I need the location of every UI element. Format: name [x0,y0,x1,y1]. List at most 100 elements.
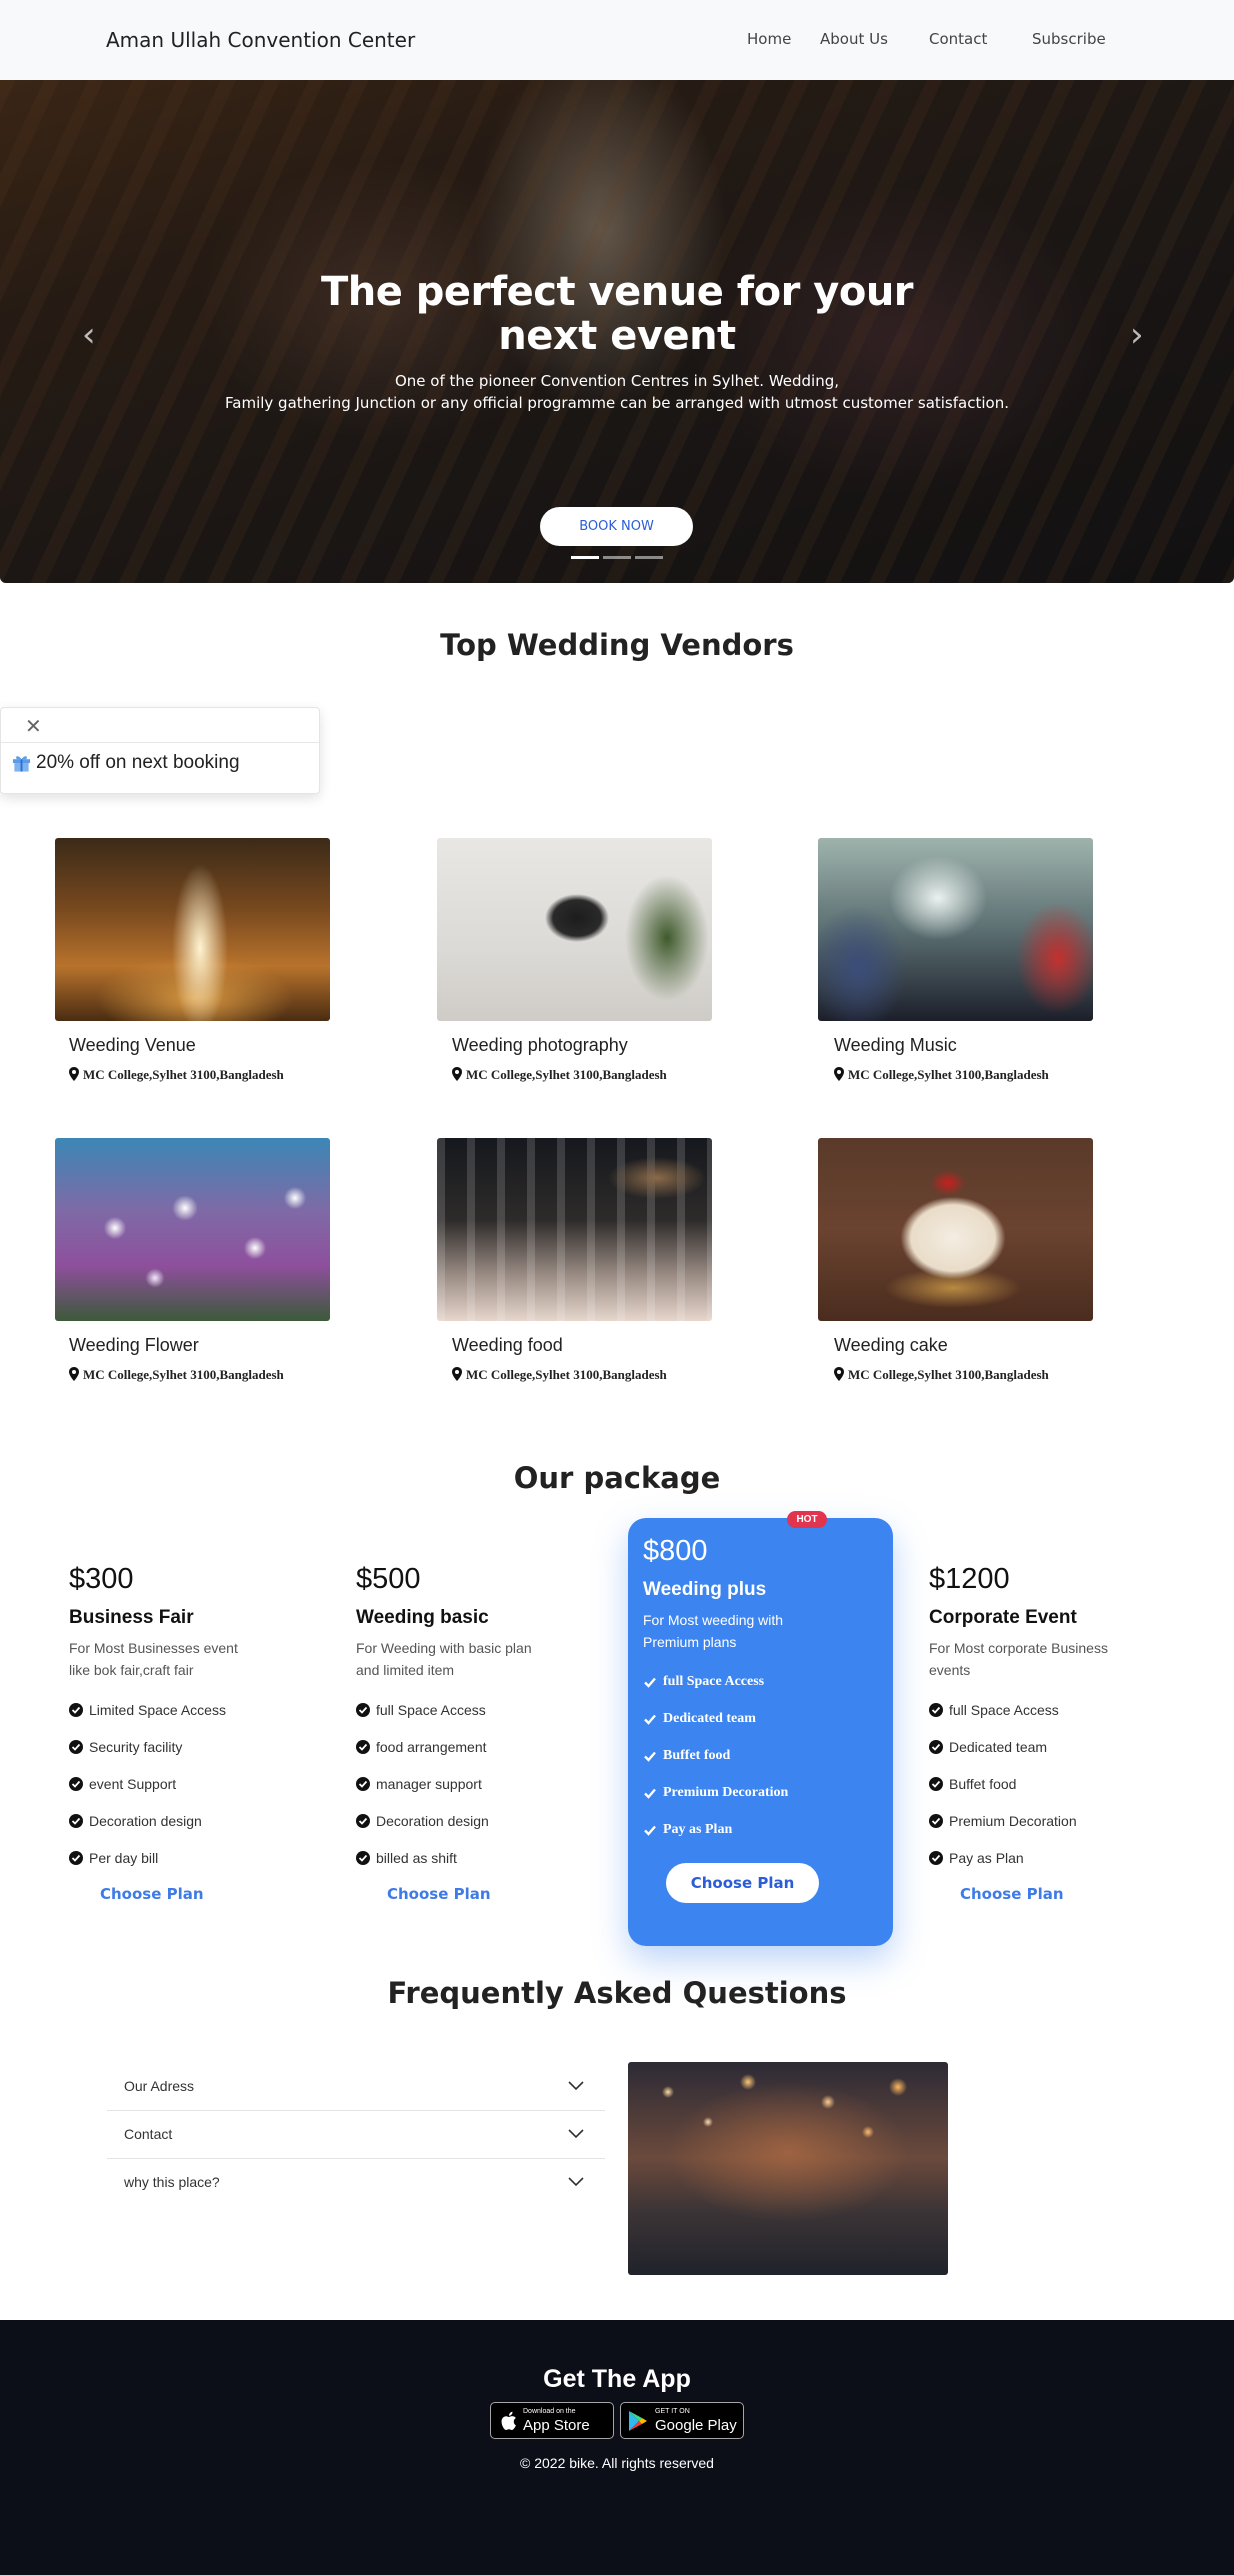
faq-question: Contact [124,2126,173,2142]
vendor-location: MC College,Sylhet 3100,Bangladesh [69,1367,284,1383]
package-name: Weeding basic [356,1607,489,1628]
vendor-location-text: MC College,Sylhet 3100,Bangladesh [466,1067,667,1082]
vendor-name[interactable]: Weeding photography [452,1035,628,1056]
package-feature: Premium Decoration [929,1802,1109,1839]
package-feature-text: Per day bill [89,1849,159,1866]
choose-plan-button[interactable]: Choose Plan [100,1885,204,1903]
carousel-indicator-3[interactable] [635,556,663,559]
choose-plan-button[interactable]: Choose Plan [387,1885,491,1903]
package-feature: Premium Decoration [643,1774,823,1811]
app-store-button[interactable]: Download on the App Store [490,2402,614,2439]
package-description: For Most weeding with Premium plans [643,1612,784,1650]
carousel-indicator-1[interactable] [571,556,599,559]
package-feature-text: event Support [89,1775,177,1792]
package-features: Limited Space Access Security facility e… [69,1691,249,1876]
faq-item-why-this-place[interactable]: why this place? [107,2159,605,2207]
package-feature-text: full Space Access [949,1701,1059,1718]
nav-contact-link[interactable]: Contact [929,30,987,48]
vendor-name[interactable]: Weeding food [452,1335,563,1356]
package-feature: billed as shift [356,1839,536,1876]
check-circle-icon [929,1702,943,1717]
nav-home-link[interactable]: Home [747,30,791,48]
vendor-location-text: MC College,Sylhet 3100,Bangladesh [83,1067,284,1082]
package-feature: Dedicated team [929,1728,1109,1765]
package-feature: full Space Access [643,1663,823,1700]
vendor-location-text: MC College,Sylhet 3100,Bangladesh [848,1067,1049,1082]
check-circle-icon [929,1813,943,1828]
package-feature-text: Dedicated team [663,1710,756,1726]
google-play-button[interactable]: GET IT ON Google Play [620,2402,744,2439]
package-feature: food arrangement [356,1728,536,1765]
package-feature: event Support [69,1765,249,1802]
package-feature-text: Pay as Plan [663,1821,733,1837]
faq-section-title: Frequently Asked Questions [387,1976,847,2010]
map-pin-icon [452,1367,462,1381]
vendor-name[interactable]: Weeding Flower [69,1335,199,1356]
hero-subtitle: One of the pioneer Convention Centres in… [0,370,1234,414]
hero-subtitle-line-2: Family gathering Junction or any officia… [225,394,1009,412]
vendor-location: MC College,Sylhet 3100,Bangladesh [834,1367,1049,1383]
brand-logo-text[interactable]: Aman Ullah Convention Center [106,28,415,52]
book-now-button[interactable]: BOOK NOW [540,507,693,546]
footer-title: Get The App [543,2365,691,2393]
package-feature-text: manager support [376,1775,482,1792]
hero-carousel: ‹ › The perfect venue for your next even… [0,80,1234,583]
google-play-small-text: GET IT ON [655,2408,690,2415]
package-feature: Security facility [69,1728,249,1765]
package-price: $500 [356,1563,421,1595]
package-card-weeding-basic: $500 Weeding basic For Weeding with basi… [356,1563,536,1876]
vendor-location: MC College,Sylhet 3100,Bangladesh [452,1067,667,1083]
package-name: Business Fair [69,1607,194,1628]
check-circle-icon [69,1813,83,1828]
package-card-corporate-event: $1200 Corporate Event For Most corporate… [929,1563,1109,1876]
vendor-venue-image[interactable] [55,838,330,1021]
package-feature: full Space Access [356,1691,536,1728]
vendor-name[interactable]: Weeding Music [834,1035,957,1056]
nav-subscribe-link[interactable]: Subscribe [1032,30,1106,48]
carousel-indicator-2[interactable] [603,556,631,559]
package-features: full Space Access food arrangement manag… [356,1691,536,1876]
vendor-food-image[interactable] [437,1138,712,1321]
vendor-location: MC College,Sylhet 3100,Bangladesh [834,1067,1049,1083]
package-name: Corporate Event [929,1607,1077,1628]
vendor-location-text: MC College,Sylhet 3100,Bangladesh [848,1367,1049,1382]
vendor-photography-image[interactable] [437,838,712,1021]
faq-item-contact[interactable]: Contact [107,2111,605,2159]
package-feature: Limited Space Access [69,1691,249,1728]
package-feature-text: full Space Access [663,1673,765,1689]
faq-question: why this place? [124,2174,220,2190]
package-feature-text: Pay as Plan [949,1849,1024,1866]
package-description: For Most corporate Business events [929,1640,1108,1678]
package-feature: full Space Access [929,1691,1109,1728]
package-price: $300 [69,1563,134,1595]
map-pin-icon [69,1367,79,1381]
vendor-name[interactable]: Weeding Venue [69,1035,196,1056]
vendor-cake-image[interactable] [818,1138,1093,1321]
vendor-location-text: MC College,Sylhet 3100,Bangladesh [83,1367,284,1382]
app-store-big-text: App Store [523,2417,590,2434]
faq-question: Our Adress [124,2078,195,2094]
hot-badge: HOT [787,1511,827,1528]
choose-plan-button[interactable]: Choose Plan [960,1885,1064,1903]
hero-title-line-2: next event [498,313,736,359]
package-feature-text: food arrangement [376,1738,487,1755]
navbar: Aman Ullah Convention Center Home About … [0,0,1234,80]
package-feature-text: Decoration design [89,1812,202,1829]
vendor-flower-image[interactable] [55,1138,330,1321]
check-circle-icon [929,1850,943,1865]
vendor-music-image[interactable] [818,838,1093,1021]
choose-plan-button[interactable]: Choose Plan [666,1863,819,1903]
google-play-big-text: Google Play [655,2417,737,2434]
close-icon[interactable]: ✕ [25,714,42,739]
vendor-name[interactable]: Weeding cake [834,1335,948,1356]
faq-item-address[interactable]: Our Adress [107,2063,605,2111]
package-feature: Dedicated team [643,1700,823,1737]
check-icon [644,1677,656,1688]
package-feature: Pay as Plan [929,1839,1109,1876]
package-feature-text: billed as shift [376,1849,457,1866]
nav-about-link[interactable]: About Us [820,30,888,48]
package-feature: Decoration design [356,1802,536,1839]
package-feature: Buffet food [929,1765,1109,1802]
package-feature-text: Buffet food [663,1747,731,1763]
package-feature: manager support [356,1765,536,1802]
